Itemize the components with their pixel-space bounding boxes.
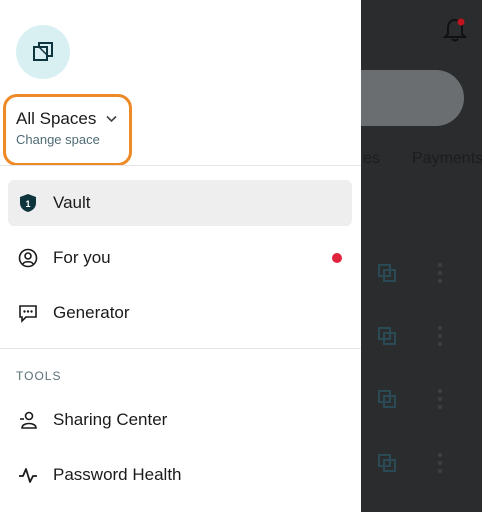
navigation-drawer: All Spaces Change space 1 Vault For you … <box>0 0 361 512</box>
space-selector-title: All Spaces <box>16 109 97 128</box>
more-icon <box>438 263 442 283</box>
divider <box>0 348 361 349</box>
copy-icon <box>378 264 396 282</box>
nav-item-label: Password Health <box>53 465 182 484</box>
nav-item-sharing-center[interactable]: Sharing Center <box>8 397 352 443</box>
background-tab: es <box>363 150 380 167</box>
section-header-tools: TOOLS <box>16 369 62 383</box>
nav-item-generator[interactable]: Generator <box>8 290 352 336</box>
notification-badge <box>332 253 342 263</box>
nav-item-password-health[interactable]: Password Health <box>8 452 352 498</box>
notifications-bell-icon <box>442 18 468 42</box>
svg-text:1: 1 <box>25 199 30 209</box>
app-logo[interactable] <box>16 25 70 79</box>
nav-item-for-you[interactable]: For you <box>8 235 352 281</box>
logo-icon <box>33 42 53 61</box>
vault-shield-icon: 1 <box>20 194 36 212</box>
pulse-icon <box>19 468 37 483</box>
divider <box>0 165 361 166</box>
chevron-down-icon <box>106 115 117 123</box>
nav-item-label: Sharing Center <box>53 410 168 429</box>
sharing-center-icon <box>20 411 37 429</box>
more-icon <box>438 453 442 473</box>
copy-icon <box>378 454 396 472</box>
more-icon <box>438 389 442 409</box>
copy-icon <box>378 327 396 345</box>
nav-item-label: Vault <box>53 193 91 212</box>
generator-icon <box>19 305 37 323</box>
background-tab-payments: Payments <box>412 150 482 167</box>
space-selector-subtitle[interactable]: Change space <box>16 132 100 147</box>
space-selector[interactable]: All Spaces <box>16 109 117 129</box>
user-circle-icon <box>18 248 38 268</box>
nav-item-vault[interactable]: 1 Vault <box>8 180 352 226</box>
nav-item-label: Generator <box>53 303 130 322</box>
space-selector-highlight <box>3 94 132 166</box>
nav-item-label: For you <box>53 248 111 267</box>
more-icon <box>438 326 442 346</box>
copy-icon <box>378 390 396 408</box>
